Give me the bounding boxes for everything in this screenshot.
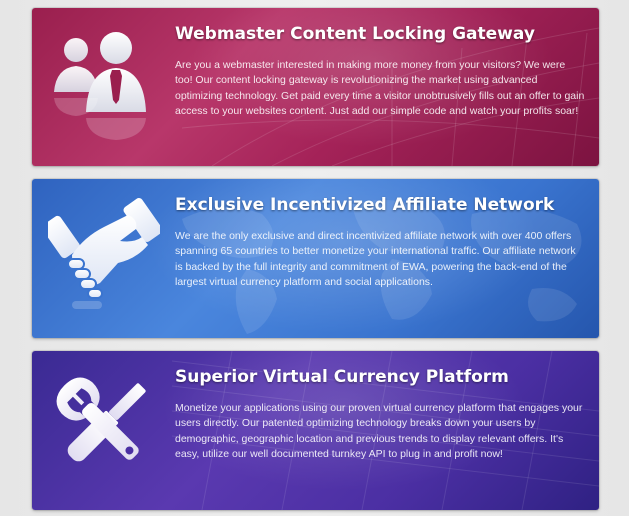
page: Webmaster Content Locking Gateway Are yo… bbox=[0, 0, 629, 516]
feature-affiliate-network: Exclusive Incentivized Affiliate Network… bbox=[32, 179, 599, 338]
feature-title: Superior Virtual Currency Platform bbox=[175, 367, 509, 387]
feature-title: Exclusive Incentivized Affiliate Network bbox=[175, 195, 555, 215]
feature-description: Monetize your applications using our pro… bbox=[175, 402, 583, 461]
feature-virtual-currency: Superior Virtual Currency Platform Monet… bbox=[32, 351, 599, 510]
handshake-icon bbox=[48, 197, 160, 315]
feature-description: Are you a webmaster interested in making… bbox=[175, 59, 585, 118]
feature-content-locking: Webmaster Content Locking Gateway Are yo… bbox=[32, 8, 599, 166]
tools-icon bbox=[48, 369, 160, 487]
users-icon bbox=[48, 26, 160, 144]
feature-title: Webmaster Content Locking Gateway bbox=[175, 24, 535, 44]
feature-description: We are the only exclusive and direct inc… bbox=[175, 230, 576, 289]
